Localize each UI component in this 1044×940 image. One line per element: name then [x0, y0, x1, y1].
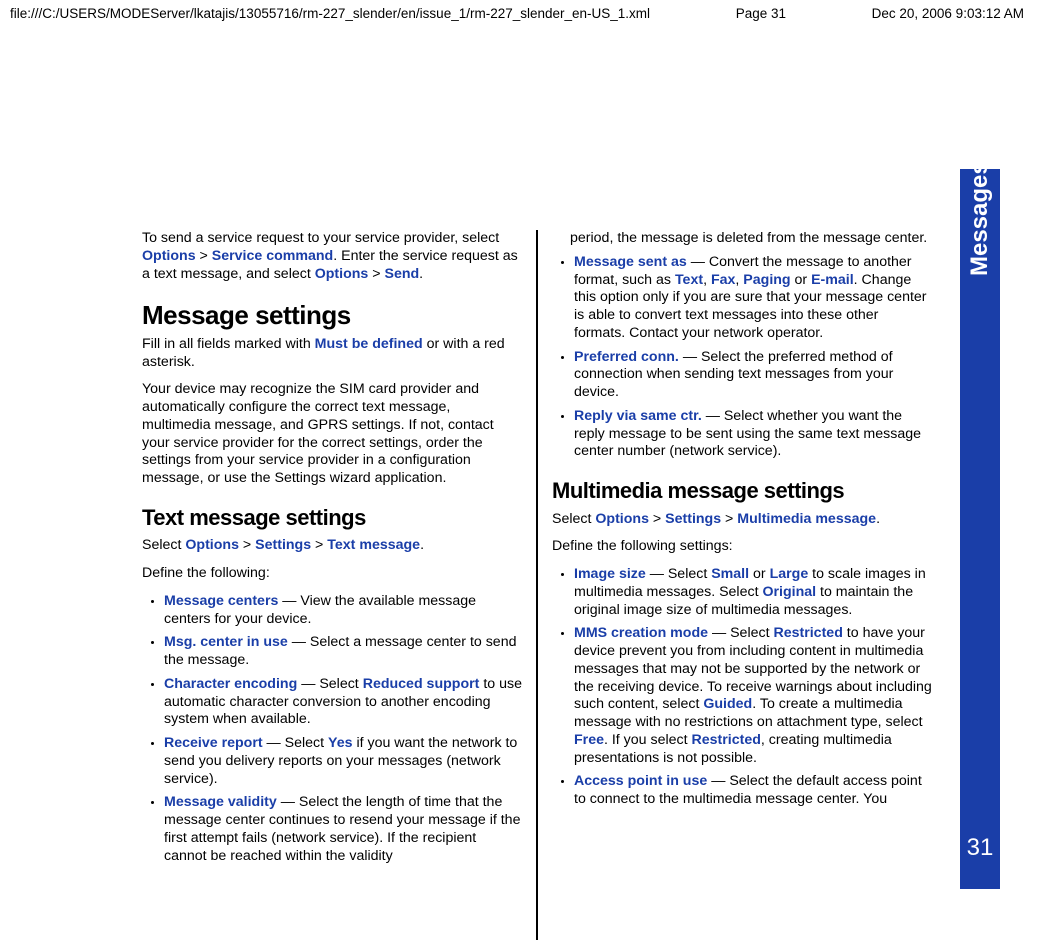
page-number: 31	[960, 833, 1000, 863]
list-item: Preferred conn. — Select the preferred m…	[574, 349, 932, 402]
heading-message-settings: Message settings	[142, 299, 522, 332]
page: file:///C:/USERS/MODEServer/lkatajis/130…	[0, 0, 1044, 940]
list-item: Reply via same ctr. — Select whether you…	[574, 408, 932, 461]
list-item: Message sent as — Convert the message to…	[574, 254, 932, 343]
heading-multimedia-settings: Multimedia message settings	[552, 477, 932, 505]
list-item: Character encoding — Select Reduced supp…	[164, 676, 522, 729]
right-column: period, the message is deleted from the …	[538, 230, 946, 940]
list-item: Message validity — Select the length of …	[164, 794, 522, 865]
intro-paragraph: To send a service request to your servic…	[142, 230, 522, 283]
left-column: To send a service request to your servic…	[128, 230, 536, 940]
sim-paragraph: Your device may recognize the SIM card p…	[142, 381, 522, 488]
select-path-text: Select Options > Settings > Text message…	[142, 537, 522, 555]
list-item: Access point in use — Select the default…	[574, 773, 932, 809]
list-item: Msg. center in use — Select a message ce…	[164, 634, 522, 670]
list-item: Message centers — View the available mes…	[164, 593, 522, 629]
mms-settings-list: Image size — Select Small or Large to sc…	[552, 566, 932, 809]
define-following-mms: Define the following settings:	[552, 538, 932, 556]
timestamp: Dec 20, 2006 9:03:12 AM	[872, 6, 1024, 23]
fill-fields-paragraph: Fill in all fields marked with Must be d…	[142, 336, 522, 372]
text-settings-list-cont: period, the message is deleted from the …	[552, 230, 932, 461]
define-following: Define the following:	[142, 565, 522, 583]
list-item: MMS creation mode — Select Restricted to…	[574, 625, 932, 767]
heading-text-message-settings: Text message settings	[142, 504, 522, 532]
print-header: file:///C:/USERS/MODEServer/lkatajis/130…	[0, 0, 1044, 23]
file-path: file:///C:/USERS/MODEServer/lkatajis/130…	[10, 6, 650, 23]
select-path-mms: Select Options > Settings > Multimedia m…	[552, 511, 932, 529]
content: To send a service request to your servic…	[128, 230, 946, 940]
section-tab-label: Messages	[965, 236, 995, 276]
section-tab: Messages 31	[960, 169, 1000, 889]
list-item-continuation: period, the message is deleted from the …	[570, 230, 932, 248]
list-item: Image size — Select Small or Large to sc…	[574, 566, 932, 619]
list-item: Receive report — Select Yes if you want …	[164, 735, 522, 788]
text-settings-list: Message centers — View the available mes…	[142, 593, 522, 866]
page-indicator: Page 31	[736, 6, 786, 23]
